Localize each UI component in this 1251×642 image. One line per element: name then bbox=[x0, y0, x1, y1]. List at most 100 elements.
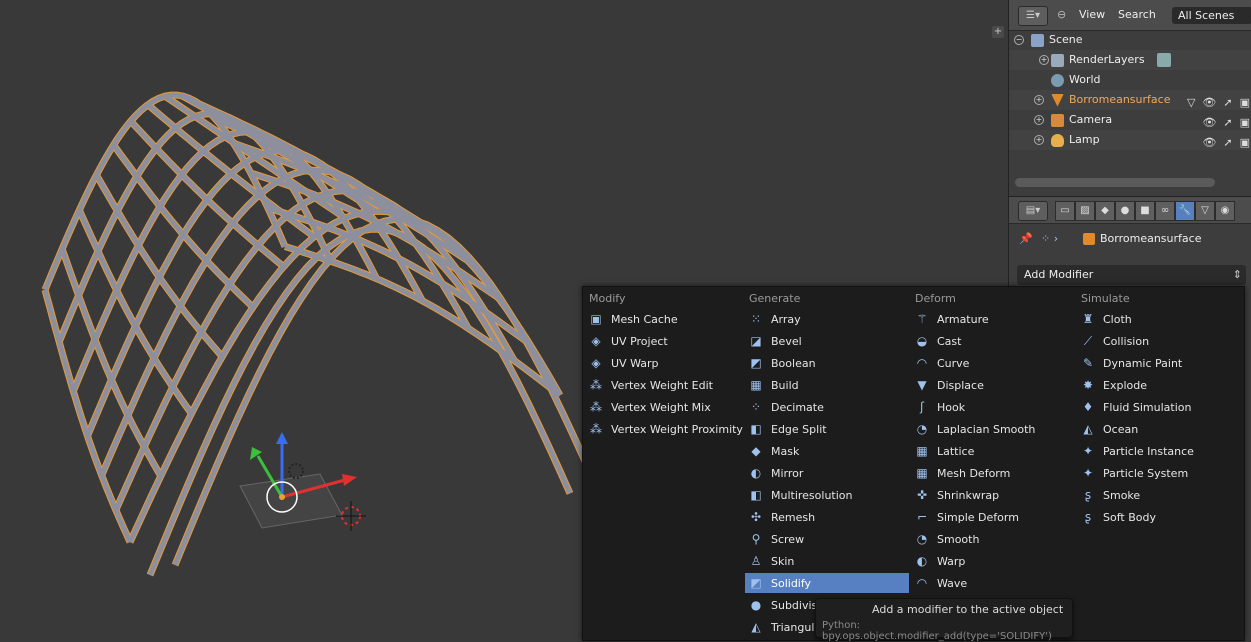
menu-item-mesh-deform[interactable]: ▦ Mesh Deform bbox=[911, 463, 1075, 483]
screw-icon: ⚲ bbox=[751, 532, 761, 546]
menu-item-uv-project[interactable]: ◈ UV Project bbox=[585, 331, 749, 351]
menu-item-smooth[interactable]: ◔ Smooth bbox=[911, 529, 1075, 549]
menu-item-explode[interactable]: ✸ Explode bbox=[1077, 375, 1231, 395]
menu-item-label: Bevel bbox=[771, 335, 802, 348]
material-tab-icon[interactable]: ◉ bbox=[1215, 201, 1235, 221]
menu-item-vertex-weight-mix[interactable]: ⁂ Vertex Weight Mix bbox=[585, 397, 749, 417]
object-tab-icon[interactable]: ■ bbox=[1135, 201, 1155, 221]
menu-item-wave[interactable]: ◠ Wave bbox=[911, 573, 1075, 593]
menu-item-hook[interactable]: ʃ Hook bbox=[911, 397, 1075, 417]
menu-item-collision[interactable]: ⟋ Collision bbox=[1077, 331, 1231, 351]
menu-item-label: Vertex Weight Proximity bbox=[611, 423, 743, 436]
menu-item-mesh-cache[interactable]: ▣ Mesh Cache bbox=[585, 309, 749, 329]
expand-icon[interactable]: + bbox=[1034, 115, 1044, 125]
outliner-label: World bbox=[1069, 73, 1101, 86]
menu-item-label: Lattice bbox=[937, 445, 975, 458]
scene-tab-icon[interactable]: ◆ bbox=[1095, 201, 1115, 221]
outliner-row-scene[interactable]: − Scene bbox=[1009, 30, 1251, 50]
menu-item-simple-deform[interactable]: ⌐ Simple Deform bbox=[911, 507, 1075, 527]
menu-item-label: Vertex Weight Mix bbox=[611, 401, 711, 414]
smooth-icon: ◔ bbox=[916, 532, 928, 546]
active-object-name: Borromeansurface bbox=[1100, 232, 1202, 245]
editor-type-icon[interactable]: ▤▾ bbox=[1018, 201, 1048, 221]
menu-item-armature[interactable]: ⚚ Armature bbox=[911, 309, 1075, 329]
collapse-icon[interactable]: − bbox=[1014, 35, 1024, 45]
menu-item-uv-warp[interactable]: ◈ UV Warp bbox=[585, 353, 749, 373]
editor-type-icon[interactable]: ☰▾ bbox=[1018, 6, 1048, 26]
x-axis-arrowhead[interactable] bbox=[342, 474, 357, 486]
menu-item-smoke[interactable]: ʂ Smoke bbox=[1077, 485, 1231, 505]
menu-item-ocean[interactable]: ◭ Ocean bbox=[1077, 419, 1231, 439]
z-axis-arrowhead[interactable] bbox=[276, 432, 288, 444]
menu-item-label: Subdivisi bbox=[771, 599, 821, 612]
filter-icon[interactable]: ⊖ bbox=[1057, 7, 1066, 23]
outliner-scrollbar[interactable] bbox=[1015, 178, 1215, 187]
layers-tab-icon[interactable]: ▨ bbox=[1075, 201, 1095, 221]
expand-icon[interactable]: + bbox=[1039, 55, 1049, 65]
add-modifier-label: Add Modifier bbox=[1024, 268, 1094, 281]
menu-item-lattice[interactable]: ▦ Lattice bbox=[911, 441, 1075, 461]
constraints-tab-icon[interactable]: ∞ bbox=[1155, 201, 1175, 221]
menu-item-soft-body[interactable]: ʂ Soft Body bbox=[1077, 507, 1231, 527]
menu-item-label: Cast bbox=[937, 335, 962, 348]
array-icon: ⁙ bbox=[750, 312, 762, 326]
visibility-tools[interactable]: 👁 ➚ ▣ bbox=[1202, 133, 1250, 153]
bevel-icon: ◪ bbox=[750, 334, 762, 348]
expand-icon[interactable]: + bbox=[1034, 95, 1044, 105]
view-menu[interactable]: View bbox=[1079, 7, 1105, 23]
world-tab-icon[interactable]: ● bbox=[1115, 201, 1135, 221]
menu-item-decimate[interactable]: ⁘ Decimate bbox=[745, 397, 909, 417]
expand-icon[interactable]: + bbox=[1034, 135, 1044, 145]
fluid-icon: ♦ bbox=[1082, 400, 1094, 414]
wave-icon: ◠ bbox=[916, 576, 928, 590]
outliner-row-camera[interactable]: + Camera 👁 ➚ ▣ bbox=[1009, 110, 1251, 130]
curve-icon: ◠ bbox=[916, 356, 928, 370]
menu-item-vertex-weight-proximity[interactable]: ⁂ Vertex Weight Proximity bbox=[585, 419, 749, 439]
menu-item-boolean[interactable]: ◩ Boolean bbox=[745, 353, 909, 373]
menu-item-mask[interactable]: ◆ Mask bbox=[745, 441, 909, 461]
menu-item-label: Shrinkwrap bbox=[937, 489, 1000, 502]
menu-item-multiresolution[interactable]: ◧ Multiresolution bbox=[745, 485, 909, 505]
menu-item-bevel[interactable]: ◪ Bevel bbox=[745, 331, 909, 351]
outliner-row-lamp[interactable]: + Lamp 👁 ➚ ▣ bbox=[1009, 130, 1251, 150]
object-origin bbox=[279, 494, 285, 500]
add-modifier-dropdown[interactable]: Add Modifier ⇕ bbox=[1017, 265, 1246, 285]
outliner-row-renderlayers[interactable]: + RenderLayers bbox=[1009, 50, 1251, 70]
menu-item-label: Collision bbox=[1103, 335, 1150, 348]
outliner-row-world[interactable]: World bbox=[1009, 70, 1251, 90]
menu-item-array[interactable]: ⁙ Array bbox=[745, 309, 909, 329]
menu-item-cast[interactable]: ◒ Cast bbox=[911, 331, 1075, 351]
outliner-row-borromeansurface[interactable]: + Borromeansurface ▽ 👁 ➚ ▣ bbox=[1009, 90, 1251, 110]
search-menu[interactable]: Search bbox=[1118, 7, 1156, 23]
vertex-weight-icon: ⁂ bbox=[590, 422, 602, 436]
menu-item-warp[interactable]: ◐ Warp bbox=[911, 551, 1075, 571]
display-mode-select[interactable]: All Scenes bbox=[1172, 7, 1251, 24]
menu-item-displace[interactable]: ▼ Displace bbox=[911, 375, 1075, 395]
menu-item-label: Remesh bbox=[771, 511, 816, 524]
menu-item-shrinkwrap[interactable]: ✜ Shrinkwrap bbox=[911, 485, 1075, 505]
menu-item-particle-system[interactable]: ✦ Particle System bbox=[1077, 463, 1231, 483]
menu-item-dynamic-paint[interactable]: ✎ Dynamic Paint bbox=[1077, 353, 1231, 373]
menu-item-label: UV Warp bbox=[611, 357, 659, 370]
menu-item-remesh[interactable]: ✣ Remesh bbox=[745, 507, 909, 527]
menu-item-skin[interactable]: ♙ Skin bbox=[745, 551, 909, 571]
menu-item-mirror[interactable]: ◐ Mirror bbox=[745, 463, 909, 483]
modifiers-tab-icon[interactable]: 🔧 bbox=[1175, 201, 1195, 221]
menu-item-edge-split[interactable]: ◧ Edge Split bbox=[745, 419, 909, 439]
pin-icon[interactable]: 📌 bbox=[1019, 228, 1033, 250]
menu-item-laplacian-smooth[interactable]: ◔ Laplacian Smooth bbox=[911, 419, 1075, 439]
data-tab-icon[interactable]: ▽ bbox=[1195, 201, 1215, 221]
menu-item-curve[interactable]: ◠ Curve bbox=[911, 353, 1075, 373]
menu-item-screw[interactable]: ⚲ Screw bbox=[745, 529, 909, 549]
menu-item-build[interactable]: ▦ Build bbox=[745, 375, 909, 395]
menu-item-vertex-weight-edit[interactable]: ⁂ Vertex Weight Edit bbox=[585, 375, 749, 395]
menu-item-solidify[interactable]: ◩ Solidify bbox=[745, 573, 909, 593]
menu-item-label: Explode bbox=[1103, 379, 1147, 392]
outliner-panel: ☰▾ ⊖ View Search All Scenes − Scene + Re… bbox=[1008, 0, 1251, 196]
render-tab-icon[interactable]: ▭ bbox=[1055, 201, 1075, 221]
menu-item-cloth[interactable]: ♜ Cloth bbox=[1077, 309, 1231, 329]
menu-item-particle-instance[interactable]: ✦ Particle Instance bbox=[1077, 441, 1231, 461]
menu-item-label: Mirror bbox=[771, 467, 804, 480]
viewport-expand-icon[interactable]: + bbox=[992, 26, 1004, 38]
menu-item-fluid-simulation[interactable]: ♦ Fluid Simulation bbox=[1077, 397, 1231, 417]
